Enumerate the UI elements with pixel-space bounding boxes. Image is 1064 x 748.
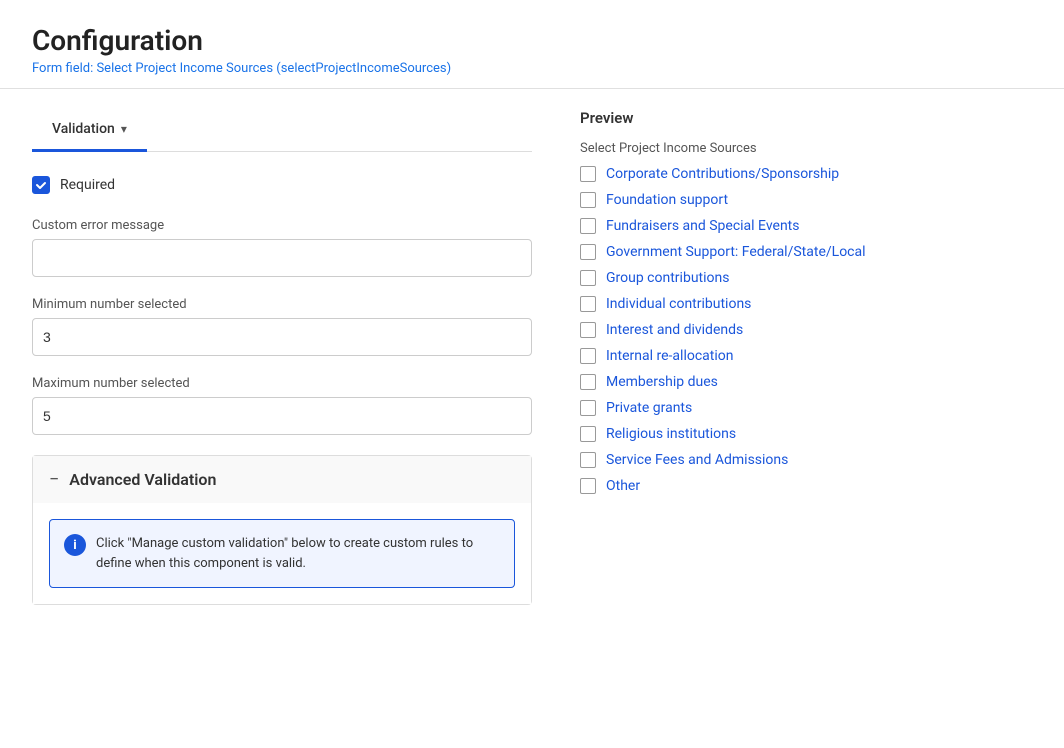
list-item[interactable]: Interest and dividends [580, 322, 1032, 338]
max-number-input[interactable] [32, 397, 532, 435]
advanced-validation-title: Advanced Validation [69, 470, 216, 489]
preview-title: Preview [580, 109, 1032, 127]
preview-checkbox-list: Corporate Contributions/Sponsorship Found… [580, 166, 1032, 494]
option-label: Private grants [606, 400, 692, 416]
option-checkbox[interactable] [580, 192, 596, 208]
page-title: Configuration [32, 24, 1032, 57]
option-label: Membership dues [606, 374, 718, 390]
option-checkbox[interactable] [580, 348, 596, 364]
info-box: i Click "Manage custom validation" below… [49, 519, 515, 588]
info-text: Click "Manage custom validation" below t… [96, 534, 500, 573]
option-checkbox[interactable] [580, 374, 596, 390]
custom-error-label: Custom error message [32, 218, 532, 233]
page-subtitle: Form field: Select Project Income Source… [32, 61, 1032, 76]
subtitle-end: ) [447, 61, 452, 76]
advanced-validation-body: i Click "Manage custom validation" below… [33, 503, 531, 604]
min-number-group: Minimum number selected [32, 297, 532, 356]
tabs-bar: Validation ▾ [32, 109, 532, 152]
advanced-validation-section: − Advanced Validation i Click "Manage cu… [32, 455, 532, 605]
option-label: Foundation support [606, 192, 728, 208]
list-item[interactable]: Other [580, 478, 1032, 494]
advanced-validation-header[interactable]: − Advanced Validation [33, 456, 531, 503]
list-item[interactable]: Membership dues [580, 374, 1032, 390]
list-item[interactable]: Government Support: Federal/State/Local [580, 244, 1032, 260]
list-item[interactable]: Private grants [580, 400, 1032, 416]
required-row: Required [32, 176, 532, 194]
option-checkbox[interactable] [580, 478, 596, 494]
custom-error-input[interactable] [32, 239, 532, 277]
list-item[interactable]: Individual contributions [580, 296, 1032, 312]
max-number-label: Maximum number selected [32, 376, 532, 391]
list-item[interactable]: Group contributions [580, 270, 1032, 286]
list-item[interactable]: Internal re-allocation [580, 348, 1032, 364]
option-label: Service Fees and Admissions [606, 452, 788, 468]
min-number-label: Minimum number selected [32, 297, 532, 312]
option-checkbox[interactable] [580, 296, 596, 312]
info-icon: i [64, 534, 86, 556]
option-label: Group contributions [606, 270, 729, 286]
option-checkbox[interactable] [580, 322, 596, 338]
chevron-down-icon: ▾ [121, 122, 127, 136]
list-item[interactable]: Service Fees and Admissions [580, 452, 1032, 468]
main-content: Validation ▾ Required Custom error messa… [0, 89, 1064, 625]
preview-field-label: Select Project Income Sources [580, 141, 1032, 156]
required-checkbox[interactable] [32, 176, 50, 194]
subtitle-text: Form field: Select Project Income Source… [32, 61, 281, 76]
check-icon [35, 179, 47, 191]
option-label: Corporate Contributions/Sponsorship [606, 166, 839, 182]
option-checkbox[interactable] [580, 426, 596, 442]
required-label: Required [60, 177, 115, 193]
page-wrapper: Configuration Form field: Select Project… [0, 0, 1064, 748]
option-label: Religious institutions [606, 426, 736, 442]
list-item[interactable]: Corporate Contributions/Sponsorship [580, 166, 1032, 182]
list-item[interactable]: Religious institutions [580, 426, 1032, 442]
left-panel: Validation ▾ Required Custom error messa… [32, 109, 532, 605]
right-panel: Preview Select Project Income Sources Co… [532, 109, 1032, 605]
option-label: Internal re-allocation [606, 348, 733, 364]
option-label: Government Support: Federal/State/Local [606, 244, 866, 260]
option-label: Fundraisers and Special Events [606, 218, 799, 234]
subtitle-code: selectProjectIncomeSources [281, 61, 447, 76]
list-item[interactable]: Foundation support [580, 192, 1032, 208]
option-checkbox[interactable] [580, 166, 596, 182]
option-checkbox[interactable] [580, 270, 596, 286]
tab-validation[interactable]: Validation ▾ [32, 109, 147, 152]
tab-validation-label: Validation [52, 121, 115, 137]
option-checkbox[interactable] [580, 244, 596, 260]
option-label: Individual contributions [606, 296, 751, 312]
max-number-group: Maximum number selected [32, 376, 532, 435]
option-checkbox[interactable] [580, 400, 596, 416]
option-label: Interest and dividends [606, 322, 743, 338]
min-number-input[interactable] [32, 318, 532, 356]
list-item[interactable]: Fundraisers and Special Events [580, 218, 1032, 234]
custom-error-group: Custom error message [32, 218, 532, 277]
option-label: Other [606, 478, 640, 494]
option-checkbox[interactable] [580, 218, 596, 234]
collapse-icon: − [49, 471, 59, 489]
page-header: Configuration Form field: Select Project… [0, 0, 1064, 89]
option-checkbox[interactable] [580, 452, 596, 468]
